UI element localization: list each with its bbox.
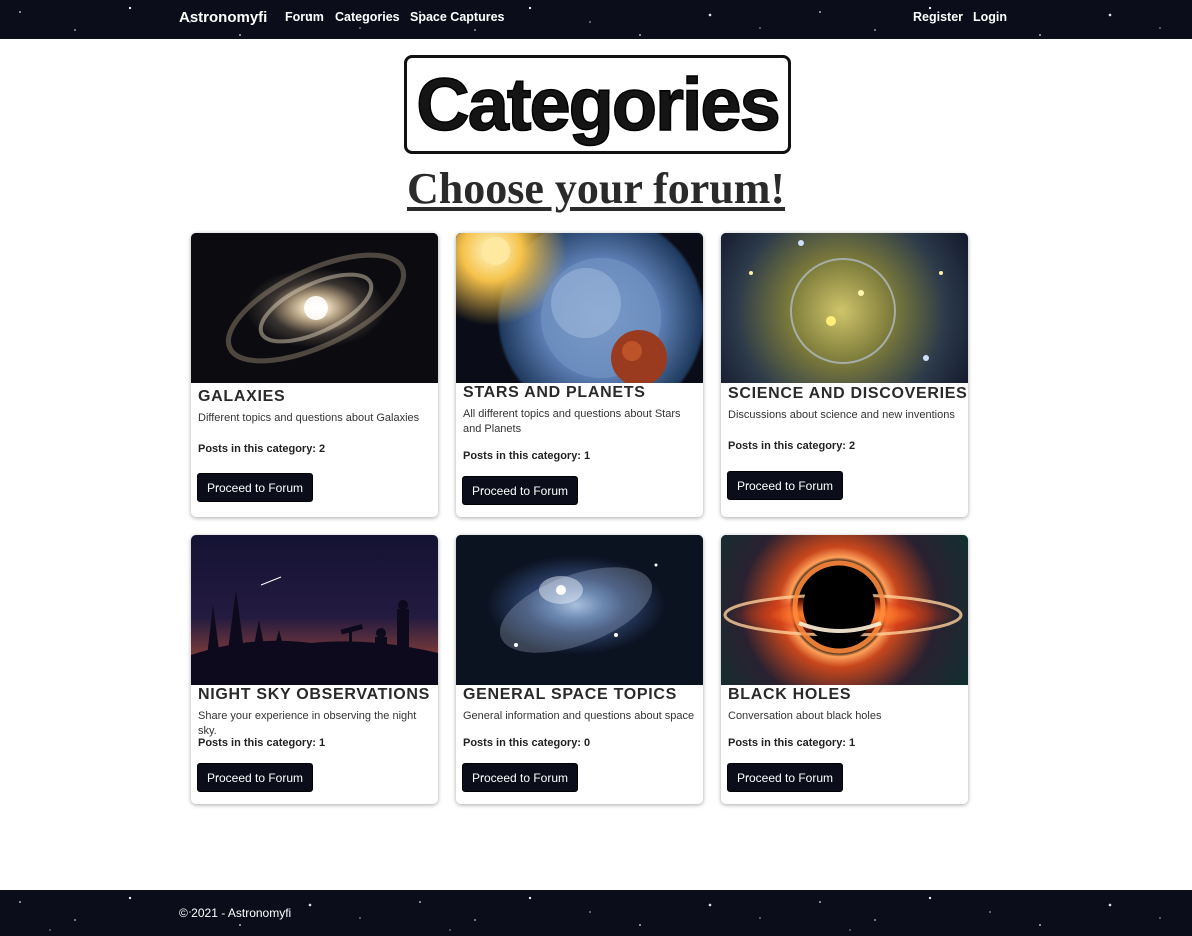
card-title: SCIENCE AND DISCOVERIES [728, 385, 968, 402]
nav-link-forum[interactable]: Forum [285, 10, 324, 24]
page-subtitle: Choose your forum! [406, 164, 786, 213]
brand-link[interactable]: Astronomyfi [179, 9, 267, 26]
nav-link-login[interactable]: Login [973, 10, 1007, 24]
category-card-black-holes: BLACK HOLES Conversation about black hol… [721, 535, 968, 804]
science-image [721, 233, 968, 383]
card-post-count: Posts in this category: 0 [463, 737, 591, 749]
nav-link-space-captures[interactable]: Space Captures [410, 10, 504, 24]
nav-link-register[interactable]: Register [913, 10, 963, 24]
planets-image [456, 233, 703, 383]
card-description: Different topics and questions about Gal… [198, 412, 420, 424]
proceed-to-forum-button[interactable]: Proceed to Forum [462, 763, 578, 792]
category-card-galaxies: GALAXIES Different topics and questions … [191, 233, 438, 517]
nebula-image [456, 535, 703, 685]
card-post-count: Posts in this category: 1 [198, 737, 326, 749]
category-card-general-space-topics: GENERAL SPACE TOPICS General information… [456, 535, 703, 804]
card-title: BLACK HOLES [728, 686, 852, 703]
black-hole-image [721, 535, 968, 685]
card-title: GENERAL SPACE TOPICS [463, 686, 678, 703]
category-card-night-sky-observations: NIGHT SKY OBSERVATIONS Share your experi… [191, 535, 438, 804]
proceed-to-forum-button[interactable]: Proceed to Forum [197, 473, 313, 502]
proceed-to-forum-button[interactable]: Proceed to Forum [727, 471, 843, 500]
card-title: STARS AND PLANETS [463, 384, 646, 401]
card-title: GALAXIES [198, 388, 286, 405]
category-card-stars-and-planets: STARS AND PLANETS All different topics a… [456, 233, 703, 517]
category-card-science-and-discoveries: SCIENCE AND DISCOVERIES Discussions abou… [721, 233, 968, 517]
categories-logo: Categories [404, 55, 791, 154]
card-description: Share your experience in observing the n… [198, 710, 417, 737]
card-post-count: Posts in this category: 2 [728, 440, 856, 452]
proceed-to-forum-button[interactable]: Proceed to Forum [462, 476, 578, 505]
footer: © 2021 - Astronomyfi [0, 890, 1192, 936]
nav-link-categories[interactable]: Categories [335, 10, 400, 24]
card-description: General information and questions about … [463, 710, 695, 722]
card-description: Discussions about science and new invent… [728, 409, 955, 421]
logo-text: Categories [416, 62, 782, 146]
proceed-to-forum-button[interactable]: Proceed to Forum [197, 763, 313, 792]
galaxy-image [191, 233, 438, 383]
card-post-count: Posts in this category: 1 [463, 450, 591, 462]
card-post-count: Posts in this category: 1 [728, 737, 856, 749]
card-title: NIGHT SKY OBSERVATIONS [198, 686, 431, 703]
footer-copyright: © 2021 - Astronomyfi [179, 906, 292, 920]
proceed-to-forum-button[interactable]: Proceed to Forum [727, 763, 843, 792]
night-sky-image [191, 535, 438, 685]
card-post-count: Posts in this category: 2 [198, 443, 326, 455]
card-description: All different topics and questions about… [463, 408, 681, 435]
navbar: Astronomyfi Forum Categories Space Captu… [0, 0, 1192, 39]
card-description: Conversation about black holes [728, 710, 882, 722]
